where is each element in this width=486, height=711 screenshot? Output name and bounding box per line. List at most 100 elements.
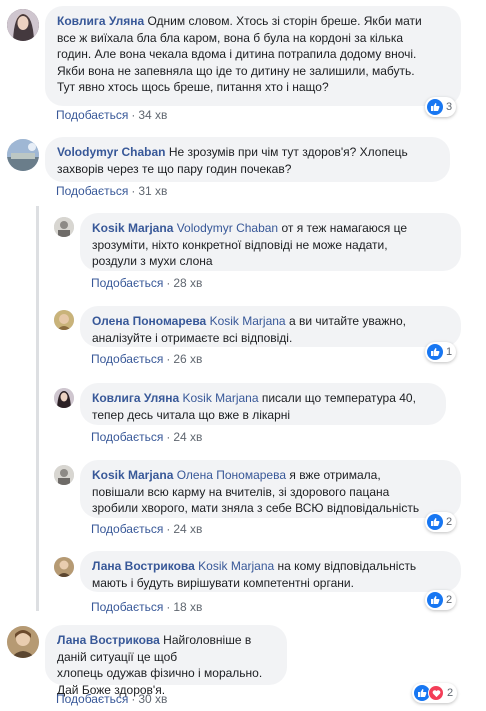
like-link[interactable]: Подобається xyxy=(56,108,128,122)
comment-text-line: зробили хворого, мати зняла з себе ВСЮ в… xyxy=(92,501,420,515)
avatar-image xyxy=(54,557,74,577)
comment-text-line: я вже отримала, xyxy=(289,468,381,482)
comment-timestamp[interactable]: 31 хв xyxy=(138,184,167,198)
comment-text-line: Не зрозумів при чім тут здоров'я? Хлопец… xyxy=(168,145,408,159)
reaction-count[interactable]: 2 xyxy=(425,512,457,532)
comment-timestamp[interactable]: 26 хв xyxy=(173,352,202,366)
like-icon xyxy=(427,99,443,115)
avatar[interactable] xyxy=(54,465,74,485)
mention-link[interactable]: Kosik Marjana xyxy=(198,559,274,573)
comment-text-line: на кому відповідальність xyxy=(277,559,417,573)
separator-dot: · xyxy=(131,692,136,706)
separator-dot: · xyxy=(166,522,171,536)
separator-dot: · xyxy=(131,108,136,122)
avatar[interactable] xyxy=(54,557,74,577)
avatar[interactable] xyxy=(54,310,74,330)
avatar[interactable] xyxy=(54,388,74,408)
comment-actions: Подобається · 34 хв xyxy=(56,108,167,122)
comment-bubble: Kosik Marjana Олена Пономарева я вже отр… xyxy=(80,460,461,518)
mention-link[interactable]: Kosik Marjana xyxy=(182,391,258,405)
avatar-image xyxy=(7,9,39,41)
like-icon xyxy=(427,344,443,360)
avatar[interactable] xyxy=(7,139,39,171)
like-link[interactable]: Подобається xyxy=(91,522,163,536)
like-link[interactable]: Подобається xyxy=(91,352,163,366)
mention-link[interactable]: Kosik Marjana xyxy=(210,314,286,328)
avatar[interactable] xyxy=(54,217,74,237)
comment-timestamp[interactable]: 24 хв xyxy=(173,522,202,536)
comment-text-line: Одним словом. Хтось зі сторін бреше. Якб… xyxy=(147,14,422,28)
avatar-image xyxy=(7,139,39,171)
reply-thread-line xyxy=(36,206,39,611)
comment-author[interactable]: Kosik Marjana xyxy=(92,221,173,235)
comment-text-line: годин. Але вона чекала вдома і дитина по… xyxy=(57,47,417,61)
reaction-count[interactable]: 2 xyxy=(425,590,457,610)
separator-dot: · xyxy=(166,430,171,444)
comment-author[interactable]: Ковлига Уляна xyxy=(57,14,144,28)
like-link[interactable]: Подобається xyxy=(91,600,163,614)
avatar-image xyxy=(54,388,74,408)
mention-link[interactable]: Volodymyr Chaban xyxy=(177,221,278,235)
separator-dot: · xyxy=(166,276,171,290)
comment-author[interactable]: Kosik Marjana xyxy=(92,468,173,482)
avatar-image xyxy=(7,626,39,658)
reaction-count[interactable]: 2 xyxy=(412,683,458,703)
comment-actions: Подобається · 24 хв xyxy=(91,430,202,444)
avatar-image xyxy=(54,465,74,485)
comment-actions: Подобається · 18 хв xyxy=(91,600,202,614)
love-icon xyxy=(428,685,444,701)
comment-actions: Подобається · 30 хв xyxy=(56,692,167,706)
comment-timestamp[interactable]: 18 хв xyxy=(173,600,202,614)
avatar[interactable] xyxy=(7,9,39,41)
comment-text-line: повішали всю карму на вчителів, зі здоро… xyxy=(92,484,390,499)
comment-text-line: Якби вона не запевняла що іде то дитину … xyxy=(57,63,415,78)
separator-dot: · xyxy=(166,352,171,366)
comment-bubble: Volodymyr Chaban Не зрозумів при чім тут… xyxy=(45,137,450,182)
comment-timestamp[interactable]: 28 хв xyxy=(173,276,202,290)
comment-actions: Подобається · 24 хв xyxy=(91,522,202,536)
comment-text-line: мають і будуть вирішувати компетентні ор… xyxy=(92,575,354,590)
comment-timestamp[interactable]: 34 хв xyxy=(138,108,167,122)
separator-dot: · xyxy=(131,184,136,198)
like-link[interactable]: Подобається xyxy=(56,692,128,706)
comment-actions: Подобається · 31 хв xyxy=(56,184,167,198)
comment-timestamp[interactable]: 30 хв xyxy=(138,692,167,706)
comment-bubble: Лана Вострикова Найголовніше в даній сит… xyxy=(45,625,287,697)
comment-author[interactable]: Volodymyr Chaban xyxy=(57,145,165,159)
comment-text-line: все ж виїхала бла бла каром, вона б була… xyxy=(57,30,404,45)
like-icon xyxy=(427,514,443,530)
like-icon xyxy=(427,592,443,608)
like-link[interactable]: Подобається xyxy=(91,276,163,290)
comment-author[interactable]: Ковлига Уляна xyxy=(92,391,179,405)
comment-text-line: зрозуміти, ніхто конкретної відповіді не… xyxy=(92,237,388,252)
mention-link[interactable]: Олена Пономарева xyxy=(177,468,286,482)
reaction-count-value: 2 xyxy=(446,516,453,528)
comment-author[interactable]: Олена Пономарева xyxy=(92,314,206,328)
comment-text-line: Тут явно хтось щось бреше, питання хто і… xyxy=(57,80,329,94)
reaction-count-value: 3 xyxy=(446,101,453,113)
comment-text-line: от я теж намагаюся це xyxy=(281,221,408,235)
comment-bubble: Ковлига Уляна Kosik Marjana писали що те… xyxy=(80,383,446,425)
comment-text-line: захворів через те що пару годин почекав? xyxy=(57,161,292,176)
comment-bubble: Лана Вострикова Kosik Marjana на кому ві… xyxy=(80,551,461,592)
comment-actions: Подобається · 26 хв xyxy=(91,352,202,366)
separator-dot: · xyxy=(166,600,171,614)
avatar-image xyxy=(54,310,74,330)
reaction-count-value: 1 xyxy=(446,346,453,358)
reaction-count-value: 2 xyxy=(447,687,454,699)
comment-author[interactable]: Лана Вострикова xyxy=(57,633,160,647)
reaction-count[interactable]: 1 xyxy=(425,342,457,362)
comment-bubble: Ковлига Уляна Одним словом. Хтось зі сто… xyxy=(45,6,461,106)
like-link[interactable]: Подобається xyxy=(56,184,128,198)
comment-text-line: а ви читайте уважно, xyxy=(288,314,407,328)
reaction-count-value: 2 xyxy=(446,594,453,606)
like-link[interactable]: Подобається xyxy=(91,430,163,444)
avatar[interactable] xyxy=(7,626,39,658)
comment-timestamp[interactable]: 24 хв xyxy=(173,430,202,444)
comment-bubble: Олена Пономарева Kosik Marjana а ви чита… xyxy=(80,306,461,347)
comment-bubble: Kosik Marjana Volodymyr Chaban от я теж … xyxy=(80,213,461,271)
comment-text-line: писали що температура 40, xyxy=(261,391,416,405)
reaction-count[interactable]: 3 xyxy=(425,97,457,117)
comment-text-line: хлопець одужав фізично і морально. xyxy=(57,666,263,680)
comment-author[interactable]: Лана Вострикова xyxy=(92,559,195,573)
